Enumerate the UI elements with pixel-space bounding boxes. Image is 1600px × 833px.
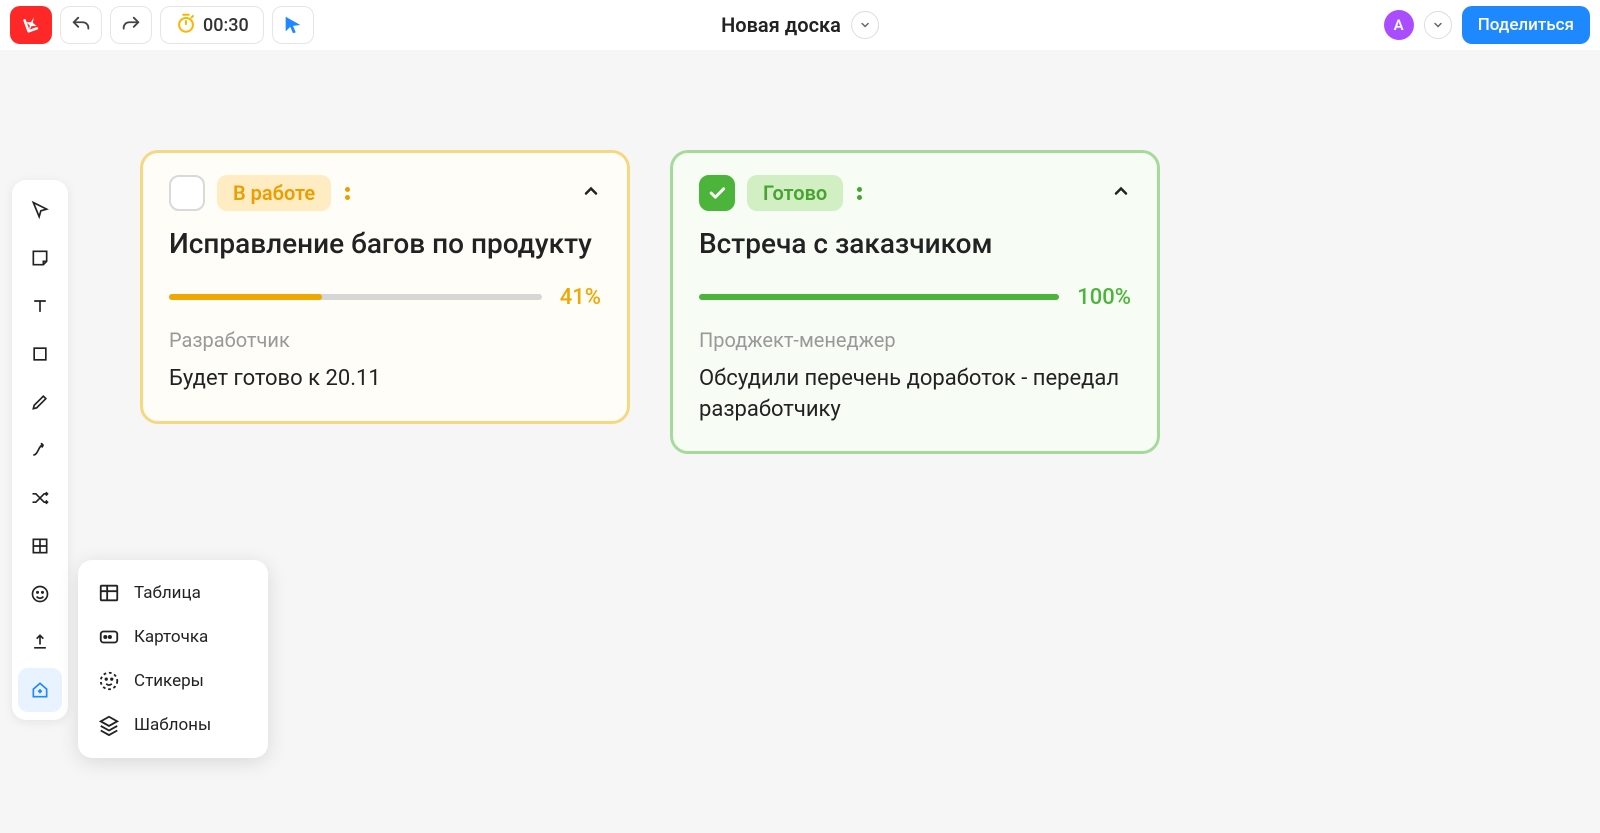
popup-label: Шаблоны [134, 715, 211, 735]
grid-tool[interactable] [18, 524, 62, 568]
chevron-down-icon [1432, 19, 1444, 31]
share-button[interactable]: Поделиться [1462, 6, 1590, 44]
stopwatch-icon [175, 12, 197, 39]
progress-fill [699, 294, 1059, 300]
task-note: Будет готово к 20.11 [169, 364, 601, 395]
stickers-icon [98, 670, 120, 692]
task-checkbox[interactable] [699, 175, 735, 211]
progress-bar [169, 294, 542, 300]
avatar-letter: А [1394, 16, 1404, 34]
task-role: Разработчик [169, 328, 601, 352]
grid-icon [30, 536, 50, 556]
top-toolbar: 00:30 Новая доска А Поделиться [0, 0, 1600, 50]
status-pill[interactable]: Готово [747, 175, 843, 211]
check-icon [707, 183, 727, 203]
popup-item-stickers[interactable]: Стикеры [88, 662, 258, 700]
pencil-icon [30, 392, 50, 412]
cursor-flag-icon [282, 14, 304, 36]
timer-button[interactable]: 00:30 [160, 6, 264, 44]
popup-label: Таблица [134, 583, 201, 603]
task-title[interactable]: Исправление багов по продукту [169, 225, 601, 263]
chevron-up-icon [581, 181, 601, 201]
chevron-down-icon [859, 19, 871, 31]
logo-button[interactable] [10, 6, 52, 44]
task-card-in-progress[interactable]: В работе Исправление багов по продукту 4… [140, 150, 630, 424]
progress-bar [699, 294, 1059, 300]
task-card-done[interactable]: Готово Встреча с заказчиком 100% Проджек… [670, 150, 1160, 454]
undo-button[interactable] [60, 6, 102, 44]
add-more-tool[interactable] [18, 668, 62, 712]
connector-tool[interactable] [18, 428, 62, 472]
emoji-icon [30, 584, 50, 604]
task-role: Проджект-менеджер [699, 328, 1131, 352]
status-pill[interactable]: В работе [217, 175, 331, 211]
pointer-icon [30, 200, 50, 220]
table-icon [98, 582, 120, 604]
pen-tool[interactable] [18, 380, 62, 424]
layers-icon [98, 714, 120, 736]
undo-icon [70, 14, 92, 36]
shuffle-icon [30, 488, 50, 508]
select-tool[interactable] [18, 188, 62, 232]
tool-sidebar [12, 180, 68, 720]
upload-icon [30, 632, 50, 652]
board-title[interactable]: Новая доска [721, 13, 841, 37]
drag-handle-icon[interactable] [857, 187, 862, 200]
note-icon [30, 248, 50, 268]
shuffle-tool[interactable] [18, 476, 62, 520]
task-checkbox[interactable] [169, 175, 205, 211]
board-title-dropdown[interactable] [851, 11, 879, 39]
drag-handle-icon[interactable] [345, 187, 350, 200]
popup-item-templates[interactable]: Шаблоны [88, 706, 258, 744]
redo-button[interactable] [110, 6, 152, 44]
popup-item-table[interactable]: Таблица [88, 574, 258, 612]
add-tool-popup: Таблица Карточка Стикеры Шаблоны [78, 560, 268, 758]
collapse-button[interactable] [1111, 181, 1131, 205]
user-menu-dropdown[interactable] [1424, 11, 1452, 39]
card-icon [98, 626, 120, 648]
progress-percent: 41% [560, 285, 601, 310]
collapse-button[interactable] [581, 181, 601, 205]
arrow-curve-icon [30, 440, 50, 460]
progress-percent: 100% [1077, 285, 1131, 310]
house-plus-icon [30, 680, 50, 700]
task-note: Обсудили перечень доработок - передал ра… [699, 364, 1131, 426]
progress-fill [169, 294, 322, 300]
timer-value: 00:30 [203, 15, 249, 36]
popup-item-card[interactable]: Карточка [88, 618, 258, 656]
chevron-up-icon [1111, 181, 1131, 201]
upload-tool[interactable] [18, 620, 62, 664]
emoji-tool[interactable] [18, 572, 62, 616]
text-tool[interactable] [18, 284, 62, 328]
user-avatar[interactable]: А [1384, 10, 1414, 40]
shape-tool[interactable] [18, 332, 62, 376]
square-icon [30, 344, 50, 364]
text-icon [30, 296, 50, 316]
redo-icon [120, 14, 142, 36]
task-title[interactable]: Встреча с заказчиком [699, 225, 1131, 263]
cursor-mode-button[interactable] [272, 6, 314, 44]
popup-label: Стикеры [134, 671, 204, 691]
popup-label: Карточка [134, 627, 208, 647]
sticky-note-tool[interactable] [18, 236, 62, 280]
